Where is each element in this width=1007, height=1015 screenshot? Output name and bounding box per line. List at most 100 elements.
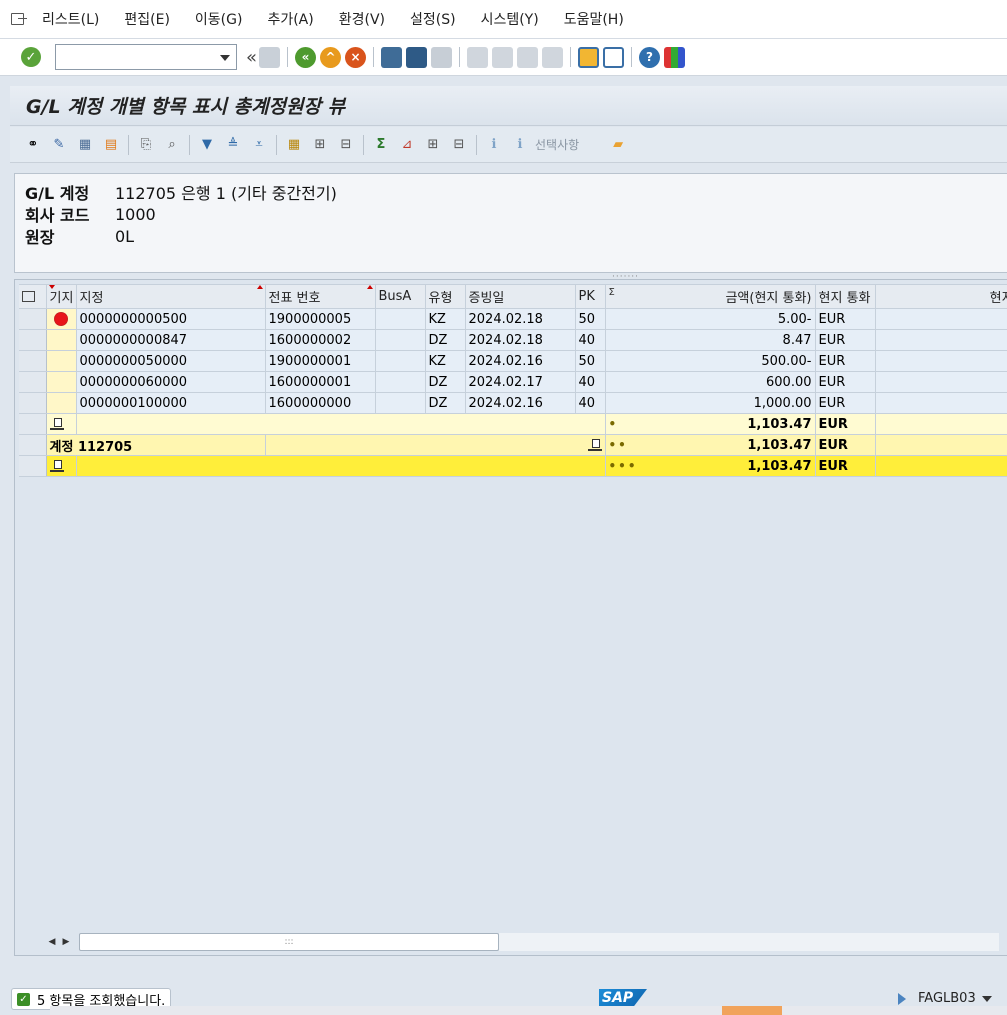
subtotal-marker-icon	[49, 418, 64, 430]
find-icon[interactable]	[406, 46, 428, 68]
selections-label[interactable]: 선택사항	[535, 136, 579, 153]
layout-settings-cell[interactable]	[19, 284, 47, 309]
save-icon[interactable]	[259, 46, 281, 68]
info-icon[interactable]: ℹ	[484, 135, 504, 155]
column-header-pk[interactable]: PK	[575, 284, 606, 309]
cell-local-currency	[875, 329, 1007, 351]
column-header-currency[interactable]: 현지 통화	[815, 284, 876, 309]
open-item-status-icon	[54, 312, 68, 326]
help-icon[interactable]: ?	[639, 46, 661, 68]
column-header-type[interactable]: 유형	[425, 284, 466, 309]
enter-icon[interactable]: ✓	[21, 47, 41, 67]
find-next-icon[interactable]	[431, 46, 453, 68]
menu-help[interactable]: 도움말(H)	[564, 9, 624, 29]
sort-descending-icon[interactable]: ⩡	[249, 135, 269, 155]
table-row[interactable]: 0000000060000 1600000001 DZ 2024.02.17 4…	[19, 371, 1007, 393]
customize-layout-icon[interactable]	[664, 46, 686, 68]
new-session-icon[interactable]	[578, 46, 600, 68]
column-header-assignment[interactable]: 지정	[76, 284, 266, 309]
row-selector[interactable]	[19, 455, 47, 477]
row-selector[interactable]	[19, 434, 47, 456]
print-icon[interactable]	[381, 46, 403, 68]
menu-goto[interactable]: 이동(G)	[195, 9, 243, 29]
cancel-icon[interactable]: ×	[345, 46, 367, 68]
prev-page-icon[interactable]	[492, 46, 514, 68]
header-row: 기지 지정 전표 번호 BusA 유형 증빙일 PK Σ 금액(현지 통화) 현지…	[19, 284, 1007, 309]
menu-edit[interactable]: 편집(E)	[124, 9, 170, 29]
select-layout-icon[interactable]: ⊞	[310, 135, 330, 155]
table-row[interactable]: 0000000000500 1900000005 KZ 2024.02.18 5…	[19, 308, 1007, 330]
grand-total-row[interactable]: ••• 1,103.47 EUR	[19, 455, 1007, 477]
cell-currency: EUR	[815, 308, 876, 330]
cell-doc-no: 1900000005	[265, 308, 376, 330]
expand-icon[interactable]: ⊞	[423, 135, 443, 155]
column-header-status[interactable]: 기지	[46, 284, 77, 309]
separator	[459, 47, 461, 67]
cell-busa	[375, 392, 426, 414]
menu-extras[interactable]: 추가(A)	[267, 9, 313, 29]
transaction-code[interactable]: FAGLB03	[898, 991, 992, 1006]
expand-status-icon[interactable]	[898, 992, 906, 1005]
subtotal-icon[interactable]: ⊿	[397, 135, 417, 155]
layout-settings-icon[interactable]	[22, 291, 35, 302]
scroll-thumb[interactable]: :::	[79, 933, 499, 951]
sort-ascending-icon[interactable]: ≜	[223, 135, 243, 155]
menu-settings[interactable]: 설정(S)	[410, 9, 456, 29]
copy-icon[interactable]: ⎘	[136, 135, 156, 155]
command-input[interactable]	[56, 45, 206, 69]
row-selector[interactable]	[19, 329, 47, 351]
account-header: G/L 계정 112705 은행 1 (기타 중간전기) 회사 코드 1000 …	[14, 173, 1007, 273]
row-selector[interactable]	[19, 308, 47, 330]
back-icon[interactable]: «	[295, 46, 317, 68]
collapse-icon[interactable]: ⊟	[449, 135, 469, 155]
change-icon[interactable]: ✎	[49, 135, 69, 155]
next-page-icon[interactable]	[517, 46, 539, 68]
subtotal-row-account[interactable]: 계정 112705 •• 1,103.47 EUR	[19, 434, 1007, 456]
chevron-down-icon[interactable]	[981, 995, 992, 1002]
column-header-busa[interactable]: BusA	[375, 284, 426, 309]
save-layout-icon[interactable]: ⊟	[336, 135, 356, 155]
exit-icon[interactable]: ^	[320, 46, 342, 68]
menu-list[interactable]: 리스트(L)	[42, 9, 99, 29]
row-selector[interactable]	[19, 413, 47, 435]
filter-icon[interactable]: ▼	[197, 135, 217, 155]
menu-environment[interactable]: 환경(V)	[339, 9, 385, 29]
column-header-doc-no[interactable]: 전표 번호	[265, 284, 376, 309]
row-selector[interactable]	[19, 350, 47, 372]
table-row[interactable]: 0000000050000 1900000001 KZ 2024.02.16 5…	[19, 350, 1007, 372]
scroll-right-icon[interactable]: ▶	[59, 934, 73, 950]
first-page-icon[interactable]	[467, 46, 489, 68]
row-selector[interactable]	[19, 371, 47, 393]
display-document-icon[interactable]: ⌕	[162, 135, 182, 155]
scroll-icon[interactable]: ▰	[608, 135, 628, 155]
command-field[interactable]	[55, 44, 237, 70]
subtotal-row-status[interactable]: • 1,103.47 EUR	[19, 413, 1007, 435]
cell-date: 2024.02.16	[465, 350, 576, 372]
column-header-local-currency[interactable]: 현지통	[875, 284, 1007, 309]
table-row[interactable]: 0000000100000 1600000000 DZ 2024.02.16 4…	[19, 392, 1007, 414]
table-row[interactable]: 0000000000847 1600000002 DZ 2024.02.18 4…	[19, 329, 1007, 351]
subtotal-level-dots: •	[608, 416, 619, 431]
document-icon[interactable]: ▤	[101, 135, 121, 155]
horizontal-scrollbar[interactable]: ◀ ▶ :::	[45, 932, 1007, 952]
chevron-down-icon[interactable]	[220, 55, 230, 61]
subtotal-amount-cell: • 1,103.47	[605, 413, 816, 435]
details-icon[interactable]: ⚭	[23, 135, 43, 155]
switch-display-icon[interactable]: ▦	[75, 135, 95, 155]
scroll-track[interactable]	[499, 933, 999, 951]
layout-icon[interactable]: ▦	[284, 135, 304, 155]
scroll-left-icon[interactable]: ◀	[45, 934, 59, 950]
separator	[476, 134, 477, 155]
menu-exit-icon[interactable]	[10, 11, 30, 27]
last-page-icon[interactable]	[542, 46, 564, 68]
shortcut-icon[interactable]	[603, 46, 625, 68]
menu-system[interactable]: 시스템(Y)	[481, 9, 539, 29]
column-header-date[interactable]: 증빙일	[465, 284, 576, 309]
cell-assignment: 0000000000847	[76, 329, 266, 351]
total-icon[interactable]: Σ	[371, 135, 391, 155]
column-header-amount[interactable]: Σ 금액(현지 통화)	[605, 284, 816, 309]
row-selector[interactable]	[19, 392, 47, 414]
selections-icon[interactable]: ℹ	[510, 135, 530, 155]
collapse-command-icon[interactable]: «	[246, 47, 257, 68]
separator	[373, 47, 375, 67]
